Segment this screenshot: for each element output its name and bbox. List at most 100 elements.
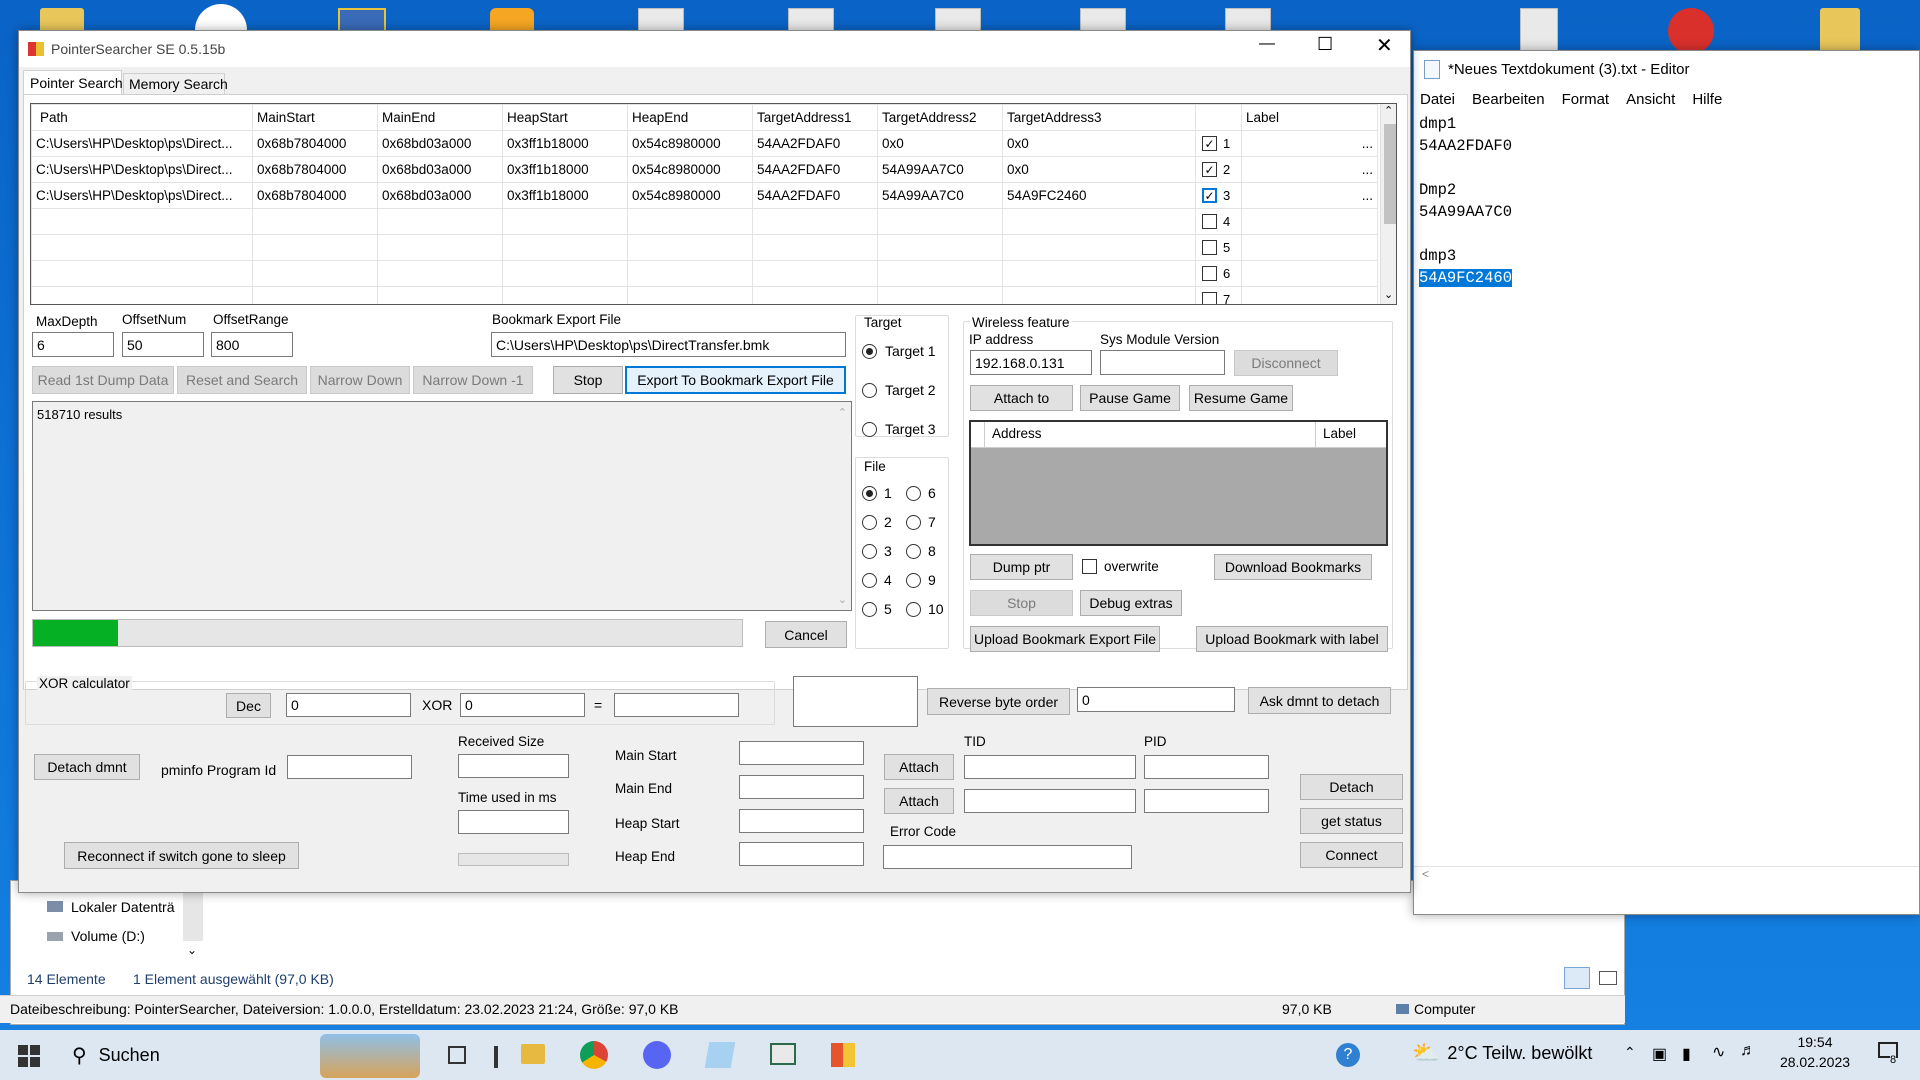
pause-game-button[interactable]: Pause Game: [1080, 385, 1180, 411]
grid-cell-heapstart[interactable]: [502, 234, 628, 261]
grid-cell-mainend[interactable]: [377, 286, 503, 304]
notepad-titlebar[interactable]: *Neues Textdokument (3).txt - Editor: [1414, 51, 1919, 87]
grid-cell-t3[interactable]: 0x0: [1002, 156, 1196, 183]
grid-scrollbar[interactable]: ⌃ ⌄: [1380, 104, 1396, 304]
row-checkbox[interactable]: ✓: [1202, 136, 1217, 151]
xor-extra-box[interactable]: [793, 676, 918, 727]
ip-address-input[interactable]: 192.168.0.131: [970, 350, 1092, 375]
file-radio-1[interactable]: 1: [862, 485, 892, 501]
help-tray-icon[interactable]: ?: [1336, 1043, 1360, 1067]
grid-cell-path[interactable]: C:\Users\HP\Desktop\ps\Direct...: [31, 182, 253, 209]
file-radio-3[interactable]: 3: [862, 543, 892, 559]
grid-row[interactable]: 7: [31, 286, 1378, 304]
nav-item-local-drive[interactable]: Lokaler Datenträ: [47, 899, 175, 915]
app-icon[interactable]: [1668, 8, 1714, 54]
grid-cell-t3[interactable]: [1002, 234, 1196, 261]
chevron-up-icon[interactable]: ⌃: [1624, 1044, 1636, 1061]
reverse-byte-order-button[interactable]: Reverse byte order: [927, 688, 1070, 715]
weather-widget[interactable]: ⛅ 2°C Teilw. bewölkt: [1412, 1040, 1592, 1066]
grid-cell-check[interactable]: ✓ 2: [1195, 156, 1242, 183]
address-column-header[interactable]: Address: [992, 426, 1042, 441]
horizontal-scrollbar[interactable]: <: [1414, 866, 1919, 886]
error-code-input[interactable]: [883, 845, 1132, 869]
grid-column-header[interactable]: TargetAddress3: [1002, 104, 1196, 131]
pid-input-2[interactable]: [1144, 789, 1269, 813]
grid-cell-heapend[interactable]: 0x54c8980000: [627, 156, 753, 183]
grid-cell-check[interactable]: 7: [1195, 286, 1242, 304]
taskbar-search[interactable]: ⚲ Suchen: [62, 1030, 322, 1080]
grid-cell-path[interactable]: C:\Users\HP\Desktop\ps\Direct...: [31, 156, 253, 183]
grid-cell-heapstart[interactable]: [502, 208, 628, 235]
grid-cell-mainend[interactable]: 0x68bd03a000: [377, 156, 503, 183]
heap-end-input[interactable]: [739, 842, 864, 866]
pid-input-1[interactable]: [1144, 755, 1269, 779]
overwrite-checkbox[interactable]: overwrite: [1082, 559, 1159, 574]
grid-cell-path[interactable]: [31, 286, 253, 304]
grid-cell-t3[interactable]: 0x0: [1002, 130, 1196, 157]
row-checkbox[interactable]: [1202, 240, 1217, 255]
grid-cell-path[interactable]: [31, 234, 253, 261]
grid-column-header[interactable]: Path: [31, 104, 253, 131]
grid-cell-t1[interactable]: 54AA2FDAF0: [752, 130, 878, 157]
maximize-icon[interactable]: ☐: [1317, 34, 1333, 55]
grid-cell-t2[interactable]: [877, 234, 1003, 261]
xor-input-a[interactable]: 0: [286, 693, 411, 717]
office-icon[interactable]: [826, 1038, 860, 1072]
grid-cell-mainstart[interactable]: [252, 234, 378, 261]
tid-input-1[interactable]: [964, 755, 1136, 779]
maxdepth-input[interactable]: 6: [32, 332, 114, 357]
grid-cell-heapend[interactable]: 0x54c8980000: [627, 130, 753, 157]
export-bookmark-button[interactable]: Export To Bookmark Export File: [625, 366, 846, 394]
grid-column-header[interactable]: HeapEnd: [627, 104, 753, 131]
reconnect-button[interactable]: Reconnect if switch gone to sleep: [64, 842, 299, 869]
label-column-header[interactable]: Label: [1323, 426, 1356, 441]
grid-cell-t2[interactable]: [877, 208, 1003, 235]
file-radio-10[interactable]: 10: [906, 601, 944, 617]
grid-cell-check[interactable]: 4: [1195, 208, 1242, 235]
grid-cell-check[interactable]: ✓ 1: [1195, 130, 1242, 157]
start-button[interactable]: [18, 1045, 40, 1067]
grid-cell-heapstart[interactable]: [502, 286, 628, 304]
grid-cell-mainstart[interactable]: 0x68b7804000: [252, 182, 378, 209]
grid-cell-mainstart[interactable]: [252, 208, 378, 235]
tab-memory-search[interactable]: Memory Search: [123, 73, 228, 95]
detach-button[interactable]: Detach: [1300, 774, 1403, 800]
grid-cell-heapend[interactable]: [627, 208, 753, 235]
grid-cell-t1[interactable]: 54AA2FDAF0: [752, 156, 878, 183]
grid-cell-t1[interactable]: [752, 286, 878, 304]
grid-cell-t2[interactable]: 54A99AA7C0: [877, 182, 1003, 209]
grid-cell-mainstart[interactable]: 0x68b7804000: [252, 156, 378, 183]
grid-cell-check[interactable]: 5: [1195, 234, 1242, 261]
grid-cell-check[interactable]: 6: [1195, 260, 1242, 287]
dump-ptr-button[interactable]: Dump ptr: [970, 554, 1073, 580]
grid-row[interactable]: 5: [31, 234, 1378, 261]
grid-cell-t3[interactable]: [1002, 260, 1196, 287]
nav-scrollbar[interactable]: [183, 891, 203, 941]
grid-cell-heapstart[interactable]: 0x3ff1b18000: [502, 182, 628, 209]
notepad-icon[interactable]: [703, 1038, 737, 1072]
time-used-input[interactable]: [458, 810, 569, 834]
grid-cell-t1[interactable]: [752, 234, 878, 261]
row-checkbox[interactable]: [1202, 266, 1217, 281]
grid-cell-t2[interactable]: 0x0: [877, 130, 1003, 157]
scroll-down-icon[interactable]: ⌄: [838, 593, 847, 606]
grid-cell-label[interactable]: [1241, 234, 1378, 261]
tab-pointer-search[interactable]: Pointer Search: [23, 70, 123, 95]
file-radio-2[interactable]: 2: [862, 514, 892, 530]
dec-button[interactable]: Dec: [226, 693, 271, 718]
grid-cell-t1[interactable]: [752, 260, 878, 287]
grid-cell-mainstart[interactable]: [252, 260, 378, 287]
file-radio-9[interactable]: 9: [906, 572, 936, 588]
grid-cell-t3[interactable]: [1002, 286, 1196, 304]
reset-search-button[interactable]: Reset and Search: [177, 366, 307, 394]
grid-cell-mainend[interactable]: 0x68bd03a000: [377, 130, 503, 157]
stop-button[interactable]: Stop: [553, 366, 623, 394]
upload-bookmark-export-button[interactable]: Upload Bookmark Export File: [970, 626, 1160, 652]
grid-row[interactable]: C:\Users\HP\Desktop\ps\Direct... 0x68b780…: [31, 182, 1378, 209]
xor-result[interactable]: [614, 693, 739, 717]
bookmark-list[interactable]: Address Label: [969, 420, 1388, 546]
terminal-icon[interactable]: [765, 1038, 799, 1072]
grid-cell-path[interactable]: [31, 260, 253, 287]
grid-cell-label[interactable]: [1241, 286, 1378, 304]
target-2-radio[interactable]: Target 2: [862, 382, 936, 398]
